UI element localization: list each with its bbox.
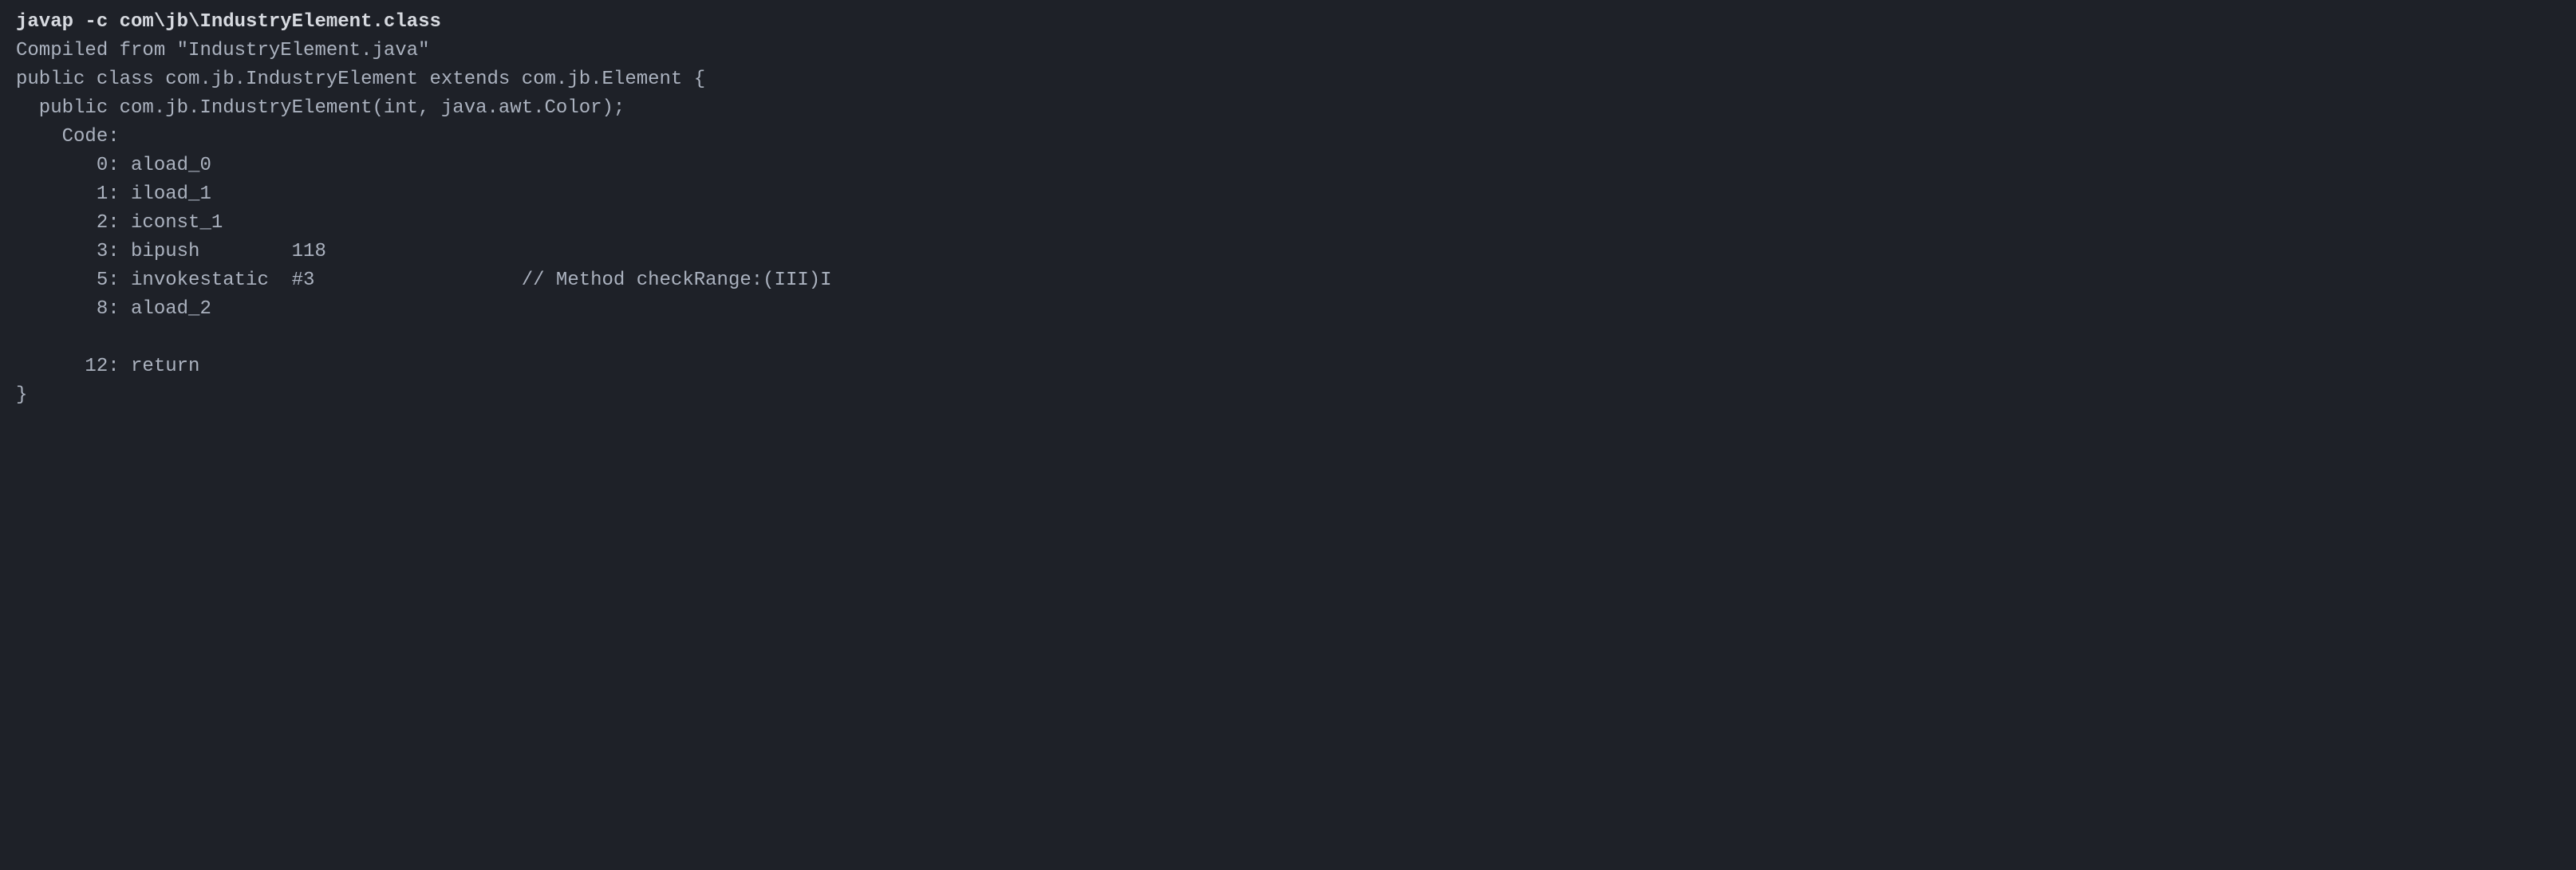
command-line: javap -c com\jb\IndustryElement.class xyxy=(16,11,441,33)
bytecode-instruction: 12: return xyxy=(16,356,199,377)
bytecode-instruction: 5: invokestatic #3 // Method checkRange:… xyxy=(16,270,832,291)
code-label: Code: xyxy=(16,126,120,148)
compiled-from-line: Compiled from "IndustryElement.java" xyxy=(16,40,429,61)
constructor-signature: public com.jb.IndustryElement(int, java.… xyxy=(16,97,625,119)
class-declaration: public class com.jb.IndustryElement exte… xyxy=(16,69,705,90)
bytecode-instruction: 2: iconst_1 xyxy=(16,212,223,234)
bytecode-instruction: 3: bipush 118 xyxy=(16,241,326,262)
class-close: } xyxy=(16,384,27,406)
bytecode-instruction: 1: iload_1 xyxy=(16,183,211,205)
bytecode-instruction: 8: aload_2 xyxy=(16,298,211,320)
bytecode-instruction: 0: aload_0 xyxy=(16,155,211,176)
